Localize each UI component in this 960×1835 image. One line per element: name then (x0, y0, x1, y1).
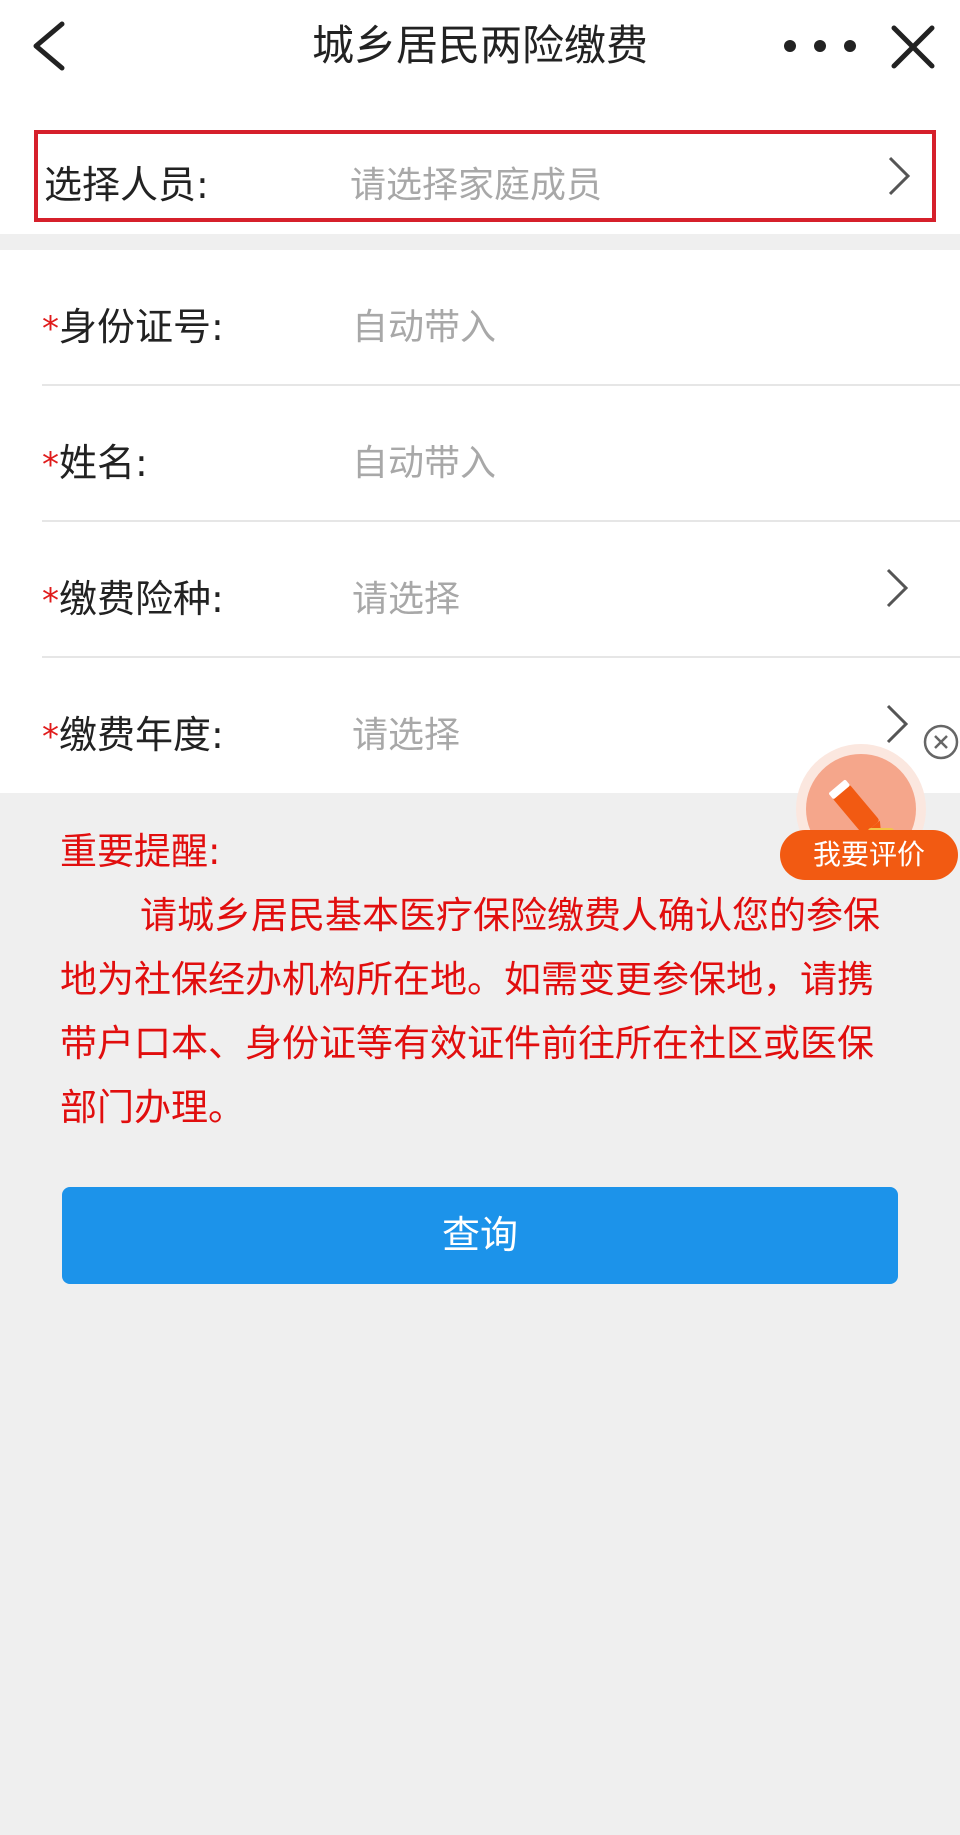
top-nav-bar: 城乡居民两险缴费 (0, 0, 960, 92)
evaluate-label: 我要评价 (780, 830, 958, 880)
form-row-insurance-type[interactable]: *缴费险种: 请选择 (0, 522, 960, 658)
id-number-value: 自动带入 (352, 307, 497, 348)
notice-body: 请城乡居民基本医疗保险缴费人确认您的参保地为社保经办机构所在地。如需变更参保地，… (60, 894, 880, 1129)
select-person-placeholder: 请选择家庭成员 (350, 165, 603, 206)
required-mark: * (42, 309, 59, 349)
close-evaluate-button[interactable] (922, 723, 960, 761)
id-number-label-text: 身份证号: (59, 305, 224, 349)
select-person-row[interactable]: 选择人员: 请选择家庭成员 (34, 130, 936, 222)
payment-year-label: *缴费年度: (42, 704, 224, 759)
notice-title: 重要提醒: (60, 830, 221, 873)
required-mark: * (42, 581, 59, 621)
select-person-section: 选择人员: 请选择家庭成员 (0, 92, 960, 234)
name-value: 自动带入 (352, 443, 497, 484)
close-circle-icon (923, 724, 959, 760)
back-arrow-icon (33, 21, 65, 71)
required-mark: * (42, 717, 59, 757)
query-button[interactable]: 查询 (62, 1187, 898, 1284)
close-x-icon (891, 25, 935, 69)
close-button[interactable] (880, 14, 946, 80)
form-row-name[interactable]: *姓名: 自动带入 (0, 386, 960, 522)
more-button[interactable] (770, 22, 870, 70)
more-dots-icon (784, 40, 856, 52)
payment-year-value: 请选择 (352, 715, 461, 756)
name-label-text: 姓名: (59, 441, 148, 485)
insurance-type-value: 请选择 (352, 579, 461, 620)
insurance-type-label: *缴费险种: (42, 568, 224, 623)
chevron-right-icon (886, 568, 909, 608)
select-person-label: 选择人员: (44, 163, 209, 207)
chevron-right-icon (888, 156, 911, 196)
form-row-id-number[interactable]: *身份证号: 自动带入 (0, 250, 960, 386)
important-notice: 重要提醒: 请城乡居民基本医疗保险缴费人确认您的参保地为社保经办机构所在地。如需… (60, 820, 900, 1140)
id-number-label: *身份证号: (42, 296, 224, 351)
required-mark: * (42, 445, 59, 485)
insurance-type-label-text: 缴费险种: (59, 577, 224, 621)
payment-year-label-text: 缴费年度: (59, 713, 224, 757)
back-button[interactable] (22, 14, 86, 78)
payment-form: *身份证号: 自动带入 *姓名: 自动带入 *缴费险种: 请选择 *缴费年度: … (0, 250, 960, 793)
name-label: *姓名: (42, 432, 148, 487)
